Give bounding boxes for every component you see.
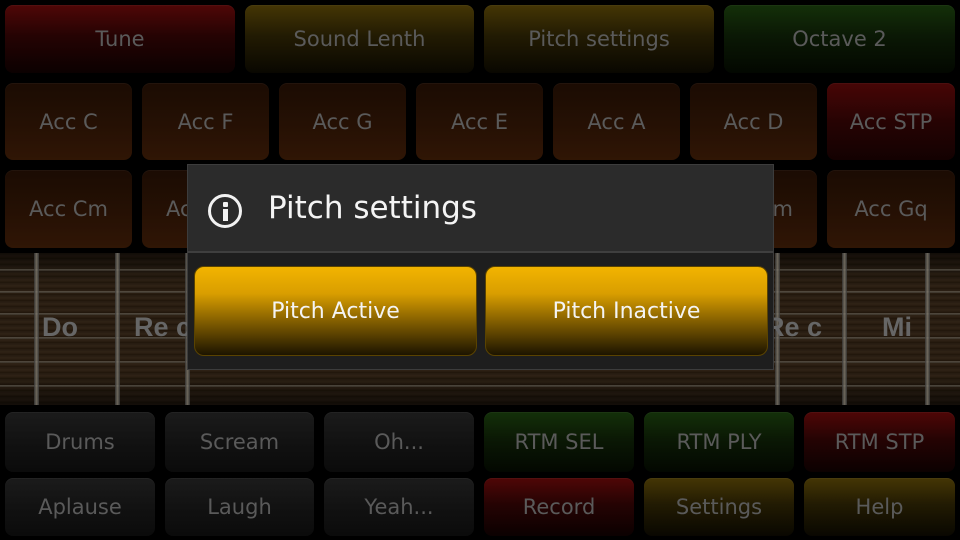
tune-button[interactable]: Tune [5, 5, 235, 73]
sound-length-button[interactable]: Sound Lenth [245, 5, 474, 73]
aplause-button[interactable]: Aplause [5, 478, 155, 536]
acc-f-button[interactable]: Acc F [142, 83, 269, 160]
pitch-settings-dialog: Pitch settings Pitch Active Pitch Inacti… [187, 164, 774, 370]
acc-cm-button[interactable]: Acc Cm [5, 170, 132, 248]
record-label: Record [522, 495, 596, 519]
acc-row2-label-6: m [772, 197, 793, 221]
aplause-label: Aplause [38, 495, 122, 519]
pitch-inactive-button[interactable]: Pitch Inactive [485, 266, 768, 356]
acc-g-label: Acc G [312, 109, 373, 134]
settings-button[interactable]: Settings [644, 478, 794, 536]
oh-button[interactable]: Oh... [324, 412, 474, 472]
acc-c-label: Acc C [39, 109, 98, 134]
rtm-stp-label: RTM STP [834, 430, 925, 454]
yeah-button[interactable]: Yeah... [324, 478, 474, 536]
acc-d-label: Acc D [723, 109, 784, 134]
acc-e-label: Acc E [450, 109, 509, 134]
drums-button[interactable]: Drums [5, 412, 155, 472]
tune-button-label: Tune [95, 27, 145, 51]
string-6 [0, 385, 960, 387]
acc-f-label: Acc F [177, 109, 234, 134]
pitch-settings-button[interactable]: Pitch settings [484, 5, 714, 73]
pitch-settings-label: Pitch settings [528, 27, 670, 51]
acc-stop-label: Acc STP [849, 109, 933, 134]
pitch-active-button[interactable]: Pitch Active [194, 266, 477, 356]
oh-label: Oh... [374, 430, 424, 454]
scream-label: Scream [199, 430, 280, 454]
fret-bar [925, 253, 930, 405]
pitch-inactive-label: Pitch Inactive [552, 298, 701, 324]
drums-label: Drums [45, 430, 115, 454]
fret-bar [115, 253, 120, 405]
fret-bar [842, 253, 847, 405]
rtm-ply-label: RTM PLY [676, 430, 762, 454]
yeah-label: Yeah... [364, 495, 434, 519]
dialog-title: Pitch settings [268, 190, 477, 226]
settings-label: Settings [675, 495, 763, 519]
pitch-active-label: Pitch Active [271, 298, 400, 324]
help-button[interactable]: Help [804, 478, 955, 536]
acc-cm-label: Acc Cm [29, 197, 108, 221]
acc-g-button[interactable]: Acc G [279, 83, 406, 160]
acc-gq-button[interactable]: Acc Gq [827, 170, 955, 248]
acc-d-button[interactable]: Acc D [690, 83, 817, 160]
acc-e-button[interactable]: Acc E [416, 83, 543, 160]
octave-label: Octave 2 [792, 27, 887, 51]
octave-button[interactable]: Octave 2 [724, 5, 955, 73]
acc-a-button[interactable]: Acc A [553, 83, 680, 160]
record-button[interactable]: Record [484, 478, 634, 536]
note-do: Do [42, 312, 78, 342]
rtm-sel-button[interactable]: RTM SEL [484, 412, 634, 472]
laugh-button[interactable]: Laugh [165, 478, 314, 536]
info-icon [208, 194, 242, 228]
rtm-ply-button[interactable]: RTM PLY [644, 412, 794, 472]
sound-length-label: Sound Lenth [293, 27, 426, 51]
acc-stop-button[interactable]: Acc STP [827, 83, 955, 160]
help-label: Help [855, 495, 904, 519]
acc-gq-label: Acc Gq [854, 197, 928, 221]
dialog-header: Pitch settings [188, 165, 773, 253]
scream-button[interactable]: Scream [165, 412, 314, 472]
note-re-c: Re c [134, 312, 192, 342]
rtm-stp-button[interactable]: RTM STP [804, 412, 955, 472]
fret-bar [34, 253, 39, 405]
acc-a-label: Acc A [587, 109, 646, 134]
rtm-sel-label: RTM SEL [514, 430, 604, 454]
laugh-label: Laugh [207, 495, 272, 519]
acc-c-button[interactable]: Acc C [5, 83, 132, 160]
note-mi: Mi [882, 312, 912, 342]
